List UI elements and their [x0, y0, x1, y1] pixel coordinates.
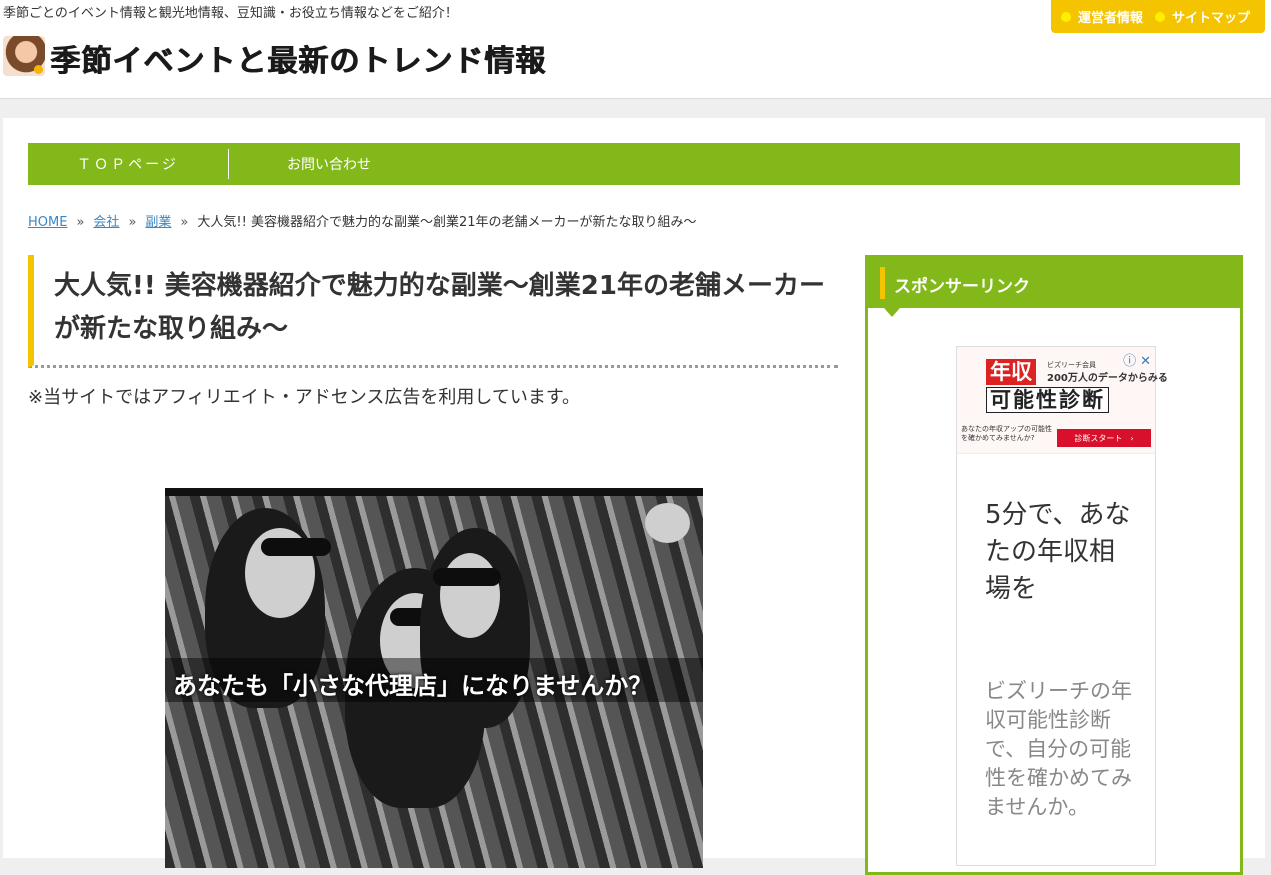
- sidebar-widget-header: スポンサーリンク: [868, 258, 1240, 317]
- breadcrumb-separator: »: [180, 215, 189, 230]
- sunglasses-icon: [433, 568, 501, 586]
- content-area: ＴＯＰページ お問い合わせ HOME » 会社 » 副業 » 大人気!! 美容機器紹介で魅力…: [3, 118, 1265, 875]
- ad-sub-text: あなたの年収アップの可能性を確かめてみませんか?: [961, 425, 1052, 442]
- sunglasses-icon: [261, 538, 331, 556]
- global-nav: ＴＯＰページ お問い合わせ: [28, 143, 1240, 185]
- article-title: 大人気!! 美容機器紹介で魅力的な副業～創業21年の老舗メーカーが新たな取り組み…: [28, 255, 838, 368]
- nav-item-top[interactable]: ＴＯＰページ: [28, 149, 229, 179]
- hero-caption: あなたも「小さな代理店」になりませんか？: [173, 672, 653, 700]
- hero-hand: [645, 503, 690, 543]
- breadcrumb-home-link[interactable]: HOME: [28, 215, 67, 230]
- breadcrumb-separator: »: [76, 215, 85, 230]
- breadcrumb-company-link[interactable]: 会社: [93, 215, 119, 230]
- site-tagline: 季節ごとのイベント情報と観光地情報、豆知識・お役立ち情報などをご紹介！: [3, 6, 458, 21]
- breadcrumb: HOME » 会社 » 副業 » 大人気!! 美容機器紹介で魅力的な副業～創業21年の老舗メ…: [28, 211, 697, 230]
- breadcrumb-separator: »: [128, 215, 137, 230]
- bullet-dot-icon: [1155, 11, 1166, 22]
- ad-kanji-bottom: 可能性診断: [986, 387, 1109, 413]
- sitemap-label: サイトマップ: [1172, 11, 1251, 26]
- article-hero-image[interactable]: あなたも「小さな代理店」になりませんか？: [165, 488, 703, 868]
- sitemap-link[interactable]: サイトマップ: [1155, 7, 1250, 26]
- affiliate-disclaimer: ※当サイトではアフィリエイト・アドセンス広告を利用しています。: [28, 387, 581, 408]
- bullet-dot-icon: [1061, 11, 1071, 22]
- ad-banner[interactable]: ⓘ ✕ 年収 ビズリーチ会員 200万人のデータからみる 可能性診断 あなたの年収…: [957, 347, 1168, 454]
- sidebar-widget: スポンサーリンク ⓘ ✕ 年収 ビズリーチ会員 200万人のデータからみる 可能性…: [865, 255, 1243, 875]
- top-links-bar: 運営者情報 サイトマップ: [1051, 0, 1265, 33]
- ad-choices-controls: ⓘ ✕: [1123, 350, 1151, 369]
- ad-small-line2: 200万人のデータからみる: [1047, 373, 1168, 384]
- sponsored-ad[interactable]: ⓘ ✕ 年収 ビズリーチ会員 200万人のデータからみる 可能性診断 あなたの年収…: [956, 346, 1168, 866]
- ad-body-text: ビズリーチの年収可能性診断で、自分の可能性を確かめてみませんか。: [985, 679, 1132, 819]
- ad-cta-button[interactable]: 診断スタート ›: [1057, 429, 1151, 447]
- logo-avatar-image[interactable]: [3, 36, 45, 76]
- operator-info-link[interactable]: 運営者情報: [1061, 7, 1143, 26]
- ad-close-icon[interactable]: ✕: [1140, 354, 1151, 369]
- site-title[interactable]: 季節イベントと最新のトレンド情報: [50, 36, 546, 80]
- breadcrumb-current: 大人気!! 美容機器紹介で魅力的な副業～創業21年の老舗メーカーが新たな取り組み…: [197, 215, 697, 230]
- hero-face: [440, 553, 500, 638]
- breadcrumb-sidejob-link[interactable]: 副業: [145, 215, 171, 230]
- ad-heading: 5分で、あなたの年収相場を: [985, 500, 1131, 604]
- operator-info-label: 運営者情報: [1078, 11, 1144, 26]
- sidebar-widget-title: スポンサーリンク: [894, 277, 1030, 297]
- ad-info-icon[interactable]: ⓘ: [1123, 354, 1136, 369]
- nav-item-contact[interactable]: お問い合わせ: [229, 149, 429, 179]
- ad-kanji-top: 年収: [986, 359, 1036, 385]
- site-header: 季節ごとのイベント情報と観光地情報、豆知識・お役立ち情報などをご紹介！ 季節イベ…: [0, 0, 1271, 99]
